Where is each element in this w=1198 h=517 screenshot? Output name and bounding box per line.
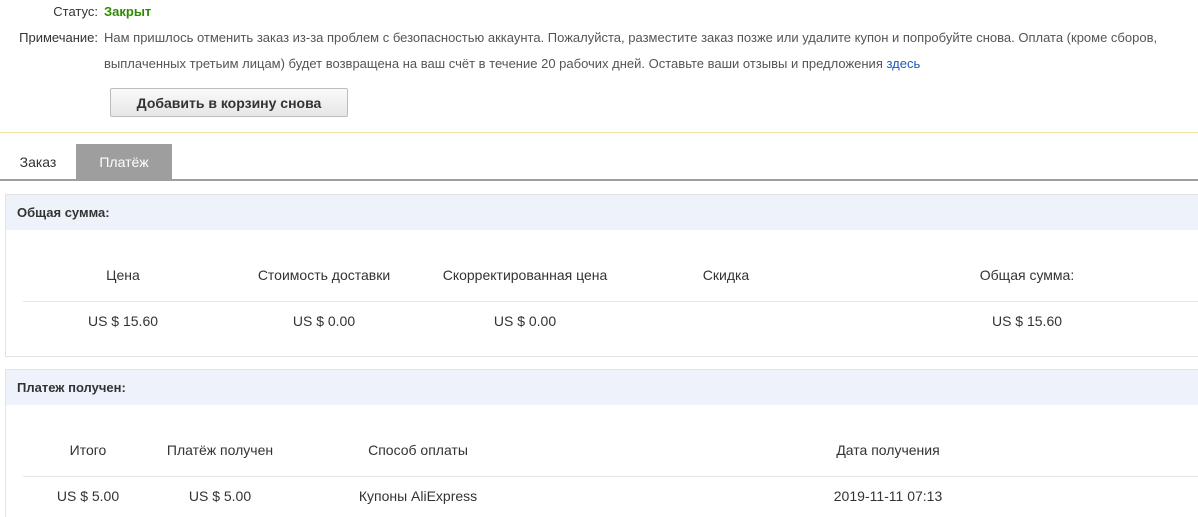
header-adjusted-price: Скорректированная цена <box>442 267 608 283</box>
value-payment-received: US $ 5.00 <box>188 488 252 504</box>
row-divider <box>23 476 1198 477</box>
header-payment-received: Платёж получен <box>166 442 274 458</box>
row-divider <box>23 301 1198 302</box>
note-row: Примечание: Нам пришлось отменить заказ … <box>0 25 1194 77</box>
divider <box>0 132 1198 133</box>
feedback-link[interactable]: здесь <box>886 56 920 71</box>
note-text: Нам пришлось отменить заказ из-за пробле… <box>104 25 1194 77</box>
value-payment-method: Купоны AliExpress <box>358 488 478 504</box>
value-subtotal: US $ 5.00 <box>56 488 120 504</box>
value-received-date: 2019-11-11 07:13 <box>833 488 943 504</box>
status-label: Статус: <box>53 4 98 19</box>
tab-bar: Заказ Платёж <box>0 144 1198 181</box>
value-adjusted-price: US $ 0.00 <box>493 313 557 329</box>
header-price: Цена <box>106 267 140 283</box>
payment-table: Итого Платёж получен Способ оплаты Дата … <box>6 405 1198 517</box>
header-subtotal: Итого <box>69 442 107 458</box>
status-value: Закрыт <box>104 4 152 19</box>
value-shipping: US $ 0.00 <box>292 313 356 329</box>
note-message: Нам пришлось отменить заказ из-за пробле… <box>104 30 1158 71</box>
value-price: US $ 15.60 <box>87 313 159 329</box>
header-received-date: Дата получения <box>836 442 940 458</box>
value-total: US $ 15.60 <box>991 313 1063 329</box>
header-payment-method: Способ оплаты <box>368 442 468 458</box>
add-to-cart-again-button[interactable]: Добавить в корзину снова <box>110 88 348 117</box>
total-panel-title: Общая сумма: <box>6 195 1198 230</box>
status-row: Статус: Закрыт <box>0 4 151 19</box>
header-discount: Скидка <box>702 267 750 283</box>
payment-panel: Платеж получен: Итого Платёж получен Спо… <box>5 369 1198 517</box>
total-panel: Общая сумма: Цена Стоимость доставки Ско… <box>5 194 1198 357</box>
total-table: Цена Стоимость доставки Скорректированна… <box>6 230 1198 356</box>
tab-payment[interactable]: Платёж <box>76 144 172 179</box>
header-shipping: Стоимость доставки <box>257 267 391 283</box>
header-total: Общая сумма: <box>979 267 1075 283</box>
note-label: Примечание: <box>19 30 98 45</box>
tab-order[interactable]: Заказ <box>0 144 76 179</box>
payment-panel-title: Платеж получен: <box>6 370 1198 405</box>
